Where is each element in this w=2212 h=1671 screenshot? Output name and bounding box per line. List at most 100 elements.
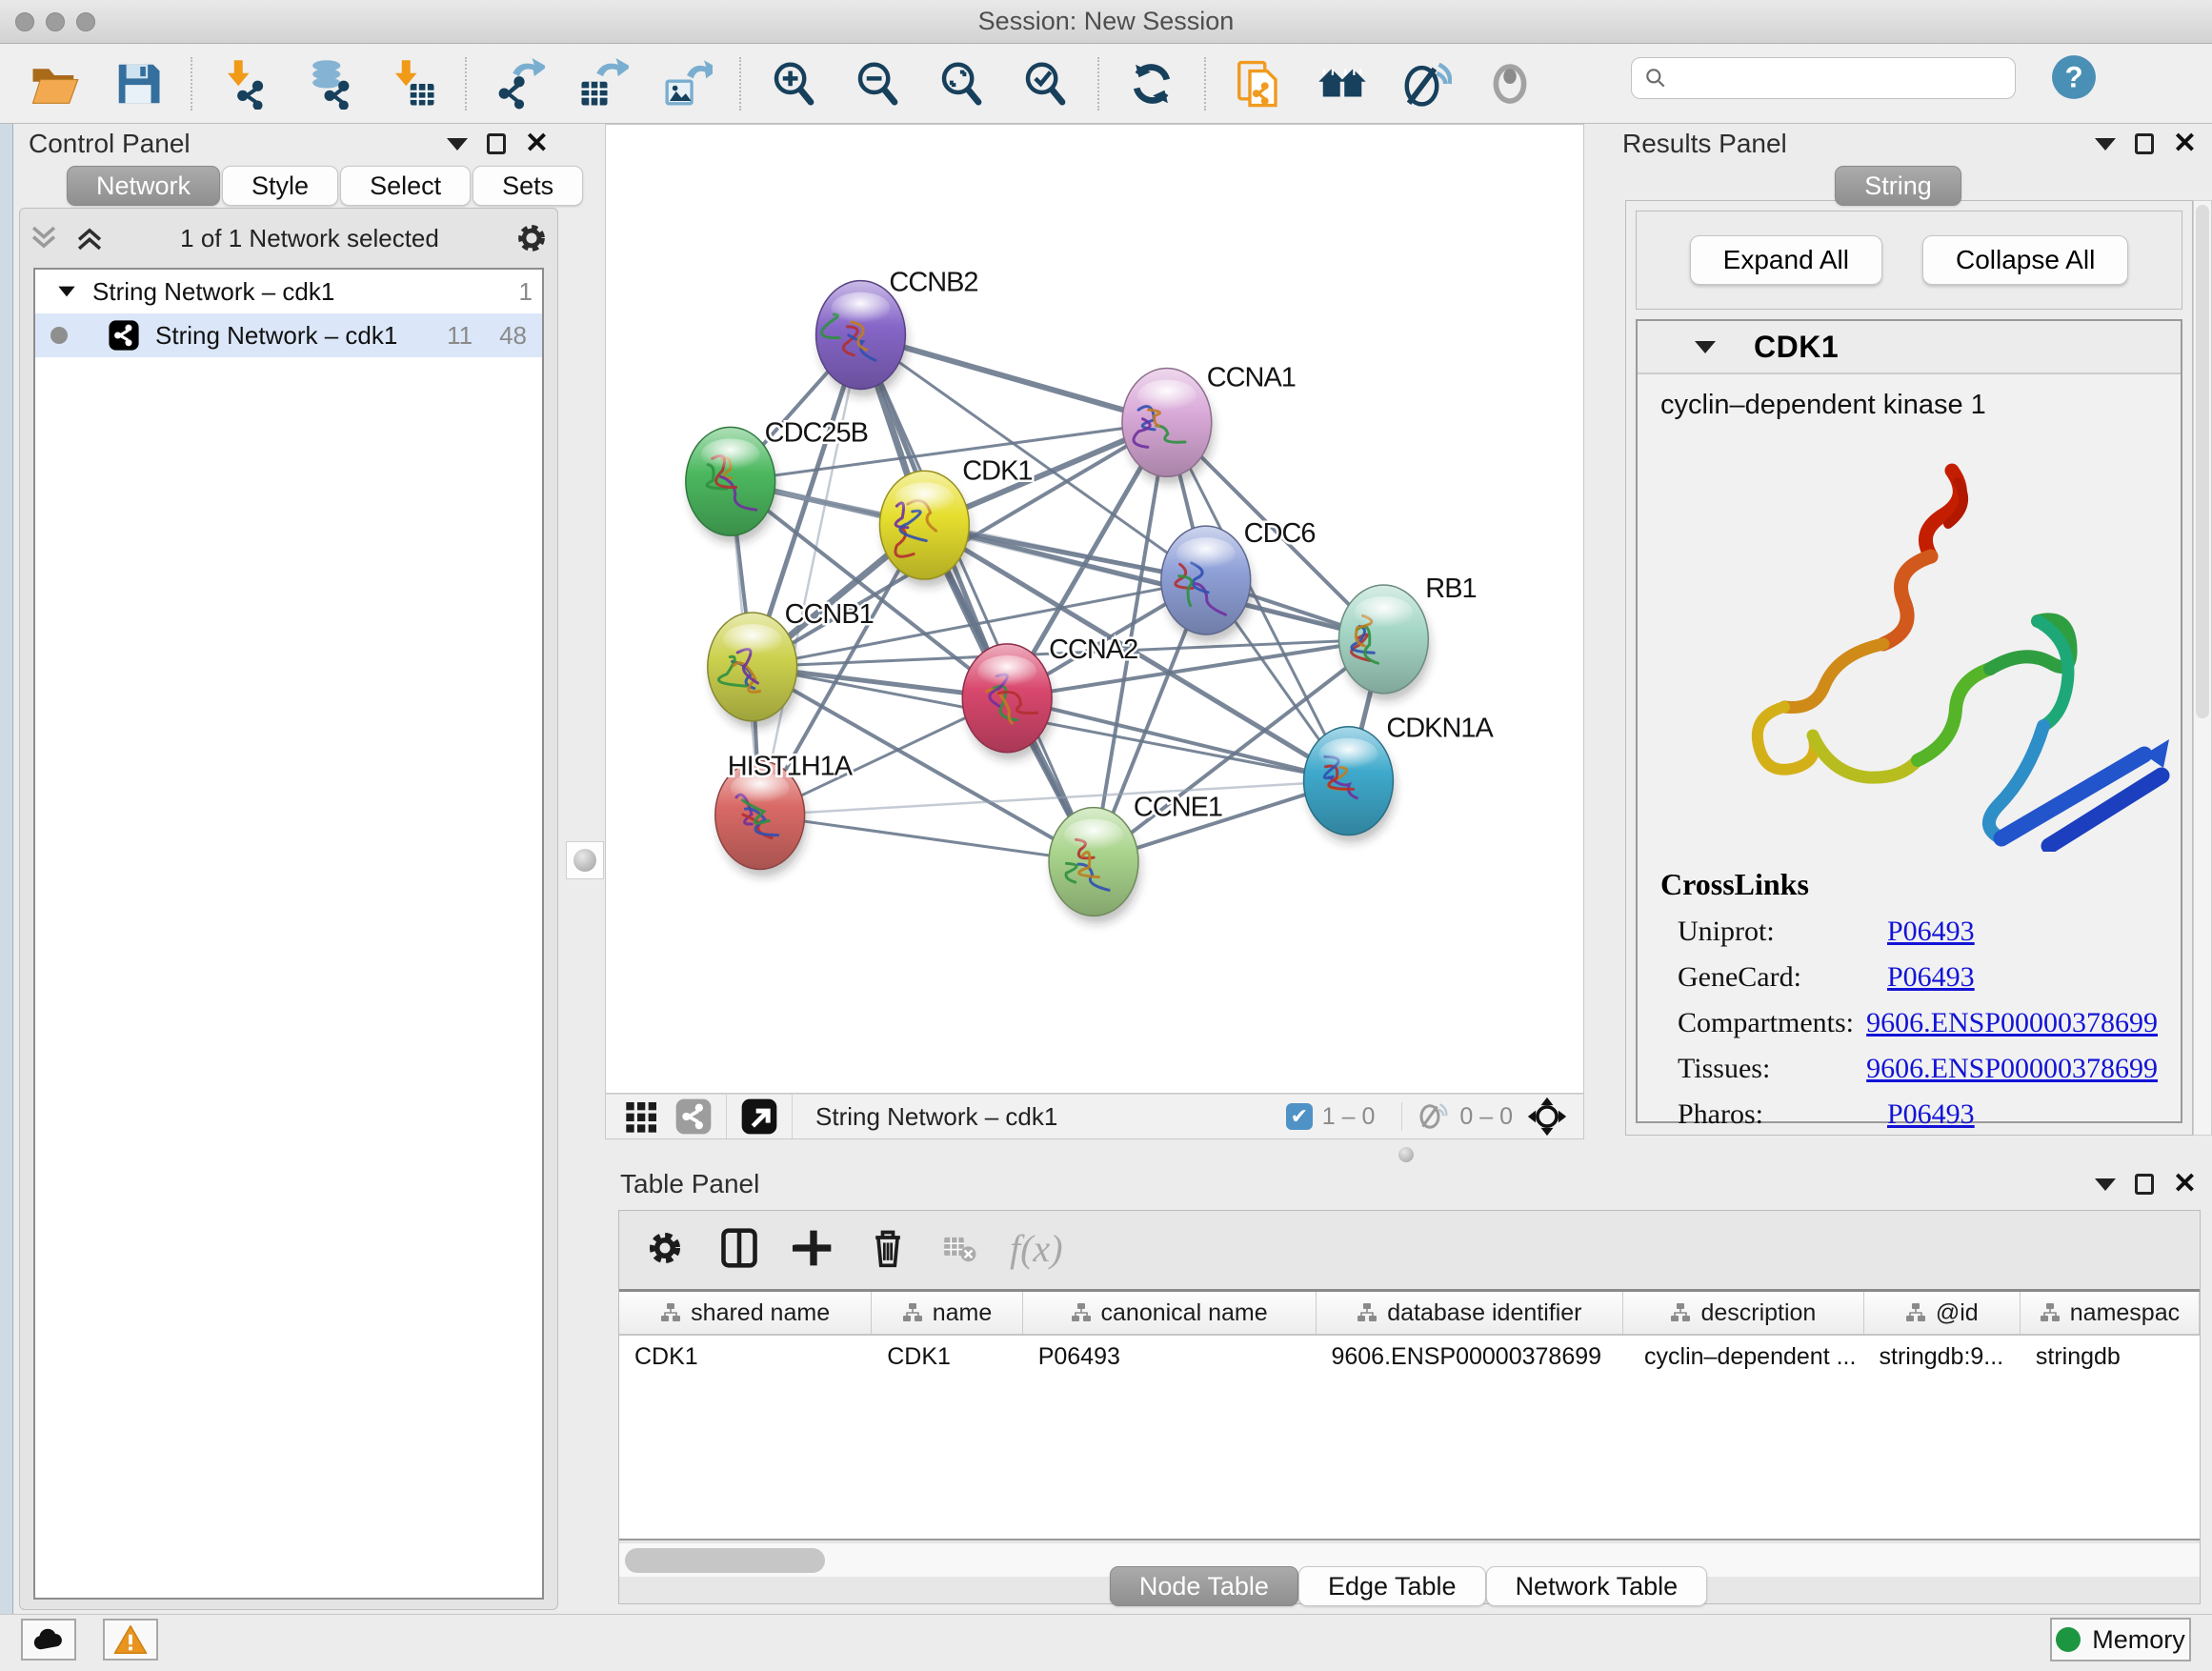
network-row-selected[interactable]: String Network – cdk1 11 48 — [35, 313, 542, 357]
column-header-name[interactable]: name — [872, 1292, 1022, 1334]
show-columns-icon[interactable] — [718, 1227, 760, 1269]
gene-collapse-icon[interactable] — [1695, 341, 1716, 353]
crosslink-value-link[interactable]: P06493 — [1887, 916, 1975, 948]
collapse-all-button[interactable]: Collapse All — [1922, 235, 2128, 285]
show-home-button[interactable] — [1315, 56, 1370, 111]
table-cell[interactable]: stringdb — [2021, 1336, 2200, 1379]
tab-network-table[interactable]: Network Table — [1486, 1566, 1708, 1606]
network-node-CCNB2[interactable]: CCNB2 — [816, 268, 978, 397]
add-column-icon[interactable] — [793, 1227, 835, 1269]
detach-view-icon[interactable] — [740, 1097, 778, 1136]
gear-icon[interactable] — [513, 220, 550, 256]
column-header-namespac[interactable]: namespac — [2021, 1292, 2200, 1334]
selected-checkbox-icon[interactable]: ✔ — [1286, 1103, 1313, 1130]
show-eye-button[interactable] — [1482, 56, 1538, 111]
table-gear-icon[interactable] — [644, 1227, 686, 1269]
export-network-button[interactable] — [492, 56, 547, 111]
memory-button[interactable]: Memory — [2050, 1618, 2191, 1661]
import-network-from-database-button[interactable] — [301, 56, 356, 111]
crosslink-value-link[interactable]: P06493 — [1887, 961, 1975, 994]
left-splitter-handle[interactable] — [566, 841, 604, 879]
cloud-button[interactable] — [21, 1619, 76, 1661]
node-label-CDC6: CDC6 — [1244, 518, 1316, 549]
expand-all-icon[interactable] — [73, 224, 106, 252]
export-table-button[interactable] — [575, 56, 631, 111]
column-header-canonical-name[interactable]: canonical name — [1023, 1292, 1317, 1334]
tab-edge-table[interactable]: Edge Table — [1298, 1566, 1486, 1606]
table-cell[interactable]: P06493 — [1023, 1336, 1317, 1379]
table-float-icon[interactable] — [2135, 1174, 2154, 1195]
network-node-CDKN1A[interactable]: CDKN1A — [1304, 714, 1495, 843]
import-network-button[interactable] — [217, 56, 272, 111]
crosslink-value-link[interactable]: 9606.ENSP00000378699 — [1866, 1053, 2158, 1085]
network-mode-icon[interactable] — [674, 1097, 713, 1136]
search-input[interactable] — [1678, 65, 2003, 91]
tab-string[interactable]: String — [1835, 166, 1961, 206]
zoom-fit-button[interactable] — [934, 56, 989, 111]
network-edge-count: 48 — [499, 321, 527, 351]
save-session-button[interactable] — [111, 56, 166, 111]
table-cell[interactable]: cyclin–dependent ... — [1623, 1336, 1863, 1379]
tab-style[interactable]: Style — [222, 166, 338, 206]
copy-network-button[interactable] — [1231, 56, 1286, 111]
column-header-description[interactable]: description — [1623, 1292, 1863, 1334]
panel-close-icon[interactable]: ✕ — [525, 130, 549, 158]
control-panel: Control Panel ✕ NetworkStyleSelectSets 1… — [13, 124, 564, 1614]
expand-all-button[interactable]: Expand All — [1690, 235, 1882, 285]
column-header-database-identifier[interactable]: database identifier — [1317, 1292, 1624, 1334]
help-button[interactable]: ? — [2050, 53, 2098, 101]
zoom-selected-button[interactable] — [1017, 56, 1073, 111]
network-node-HIST1H1A[interactable]: HIST1H1A — [715, 752, 854, 877]
panel-float-icon[interactable] — [487, 133, 506, 154]
grid-mode-icon[interactable] — [623, 1097, 661, 1136]
results-menu-icon[interactable] — [2095, 138, 2116, 151]
delete-column-icon[interactable] — [867, 1227, 909, 1269]
node-label-HIST1H1A: HIST1H1A — [728, 752, 854, 782]
zoom-in-button[interactable] — [766, 56, 821, 111]
gene-section-header[interactable]: CDK1 — [1638, 321, 2181, 374]
collection-expand-icon[interactable] — [54, 279, 79, 304]
panel-menu-icon[interactable] — [447, 138, 468, 151]
hide-selected-button[interactable] — [1398, 56, 1454, 111]
open-session-button[interactable] — [27, 56, 82, 111]
table-cell[interactable]: CDK1 — [872, 1336, 1022, 1379]
tab-network[interactable]: Network — [67, 166, 220, 206]
zoom-out-button[interactable] — [850, 56, 905, 111]
import-network-icon — [219, 58, 271, 110]
results-float-icon[interactable] — [2135, 133, 2154, 154]
table-cell[interactable]: stringdb:9... — [1864, 1336, 2021, 1379]
export-image-button[interactable] — [659, 56, 714, 111]
table-cell[interactable]: 9606.ENSP00000378699 — [1316, 1336, 1623, 1379]
crosslink-value-link[interactable]: 9606.ENSP00000378699 — [1866, 1007, 2158, 1039]
table-close-icon[interactable]: ✕ — [2173, 1170, 2197, 1198]
string-network-graph[interactable]: CCNB2CCNA1CDC25BCDK1CDC6RB1CCNB1CCNA2CDK… — [606, 125, 1583, 1093]
column-header--id[interactable]: @id — [1864, 1292, 2021, 1334]
network-node-CDC6[interactable]: CDC6 — [1161, 518, 1316, 642]
table-row[interactable]: CDK1CDK1P064939606.ENSP00000378699cyclin… — [619, 1336, 2200, 1379]
network-node-CCNE1[interactable]: CCNE1 — [1049, 793, 1222, 924]
import-table-button[interactable] — [385, 56, 440, 111]
toolbar-search[interactable] — [1631, 57, 2016, 99]
warnings-button[interactable] — [103, 1619, 158, 1661]
birds-eye-icon[interactable] — [1526, 1096, 1568, 1137]
results-scrollbar[interactable] — [2193, 200, 2212, 1136]
tab-sets[interactable]: Sets — [473, 166, 583, 206]
network-canvas[interactable]: CCNB2CCNA1CDC25BCDK1CDC6RB1CCNB1CCNA2CDK… — [605, 124, 1584, 1094]
network-node-CCNA2[interactable]: CCNA2 — [962, 634, 1137, 760]
network-node-CDK1[interactable]: CDK1 — [879, 455, 1032, 587]
results-close-icon[interactable]: ✕ — [2173, 130, 2197, 158]
network-node-count: 11 — [447, 321, 473, 351]
network-collection-row[interactable]: String Network – cdk1 1 — [35, 270, 542, 313]
refresh-button[interactable] — [1124, 56, 1179, 111]
table-menu-icon[interactable] — [2095, 1178, 2116, 1191]
collapse-all-icon[interactable] — [28, 224, 60, 252]
network-node-CDC25B[interactable]: CDC25B — [686, 417, 868, 543]
tab-node-table[interactable]: Node Table — [1110, 1566, 1298, 1606]
network-node-RB1[interactable]: RB1 — [1338, 574, 1476, 701]
tab-select[interactable]: Select — [340, 166, 471, 206]
zoom-out-icon — [852, 58, 903, 110]
crosslink-value-link[interactable]: P06493 — [1887, 1098, 1975, 1131]
column-header-shared-name[interactable]: shared name — [619, 1292, 872, 1334]
table-cell[interactable]: CDK1 — [619, 1336, 872, 1379]
horizontal-splitter-handle[interactable] — [1398, 1147, 1414, 1162]
